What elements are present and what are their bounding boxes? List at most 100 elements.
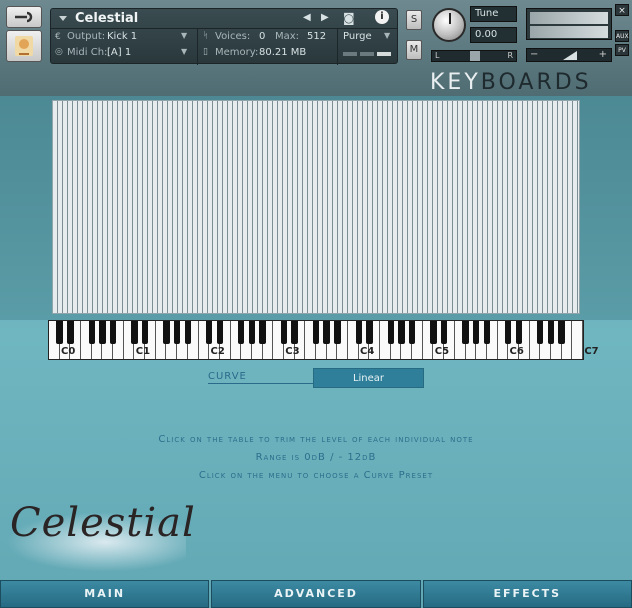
camera-icon[interactable]: ◙ (343, 11, 355, 25)
volume-ramp-icon (563, 51, 577, 60)
black-key[interactable] (334, 321, 341, 344)
black-key[interactable] (173, 321, 181, 344)
divider (337, 29, 338, 65)
wrench-icon[interactable] (6, 6, 42, 28)
black-key[interactable] (248, 321, 256, 344)
max-voices-value[interactable]: 512 (307, 31, 326, 42)
octave-label: C5 (434, 346, 450, 357)
instruction-line-2: Range is 0dB / - 12dB (255, 452, 377, 463)
black-key[interactable] (131, 321, 138, 344)
black-key[interactable] (67, 321, 74, 344)
note-level-table[interactable] (52, 100, 580, 314)
instruction-line-3: Click on the menu to choose a Curve Pres… (198, 470, 434, 481)
black-key[interactable] (355, 321, 362, 344)
max-label: Max: (275, 31, 300, 42)
output-dropdown-icon[interactable]: ▼ (181, 31, 187, 40)
black-key[interactable] (472, 321, 480, 344)
close-icon[interactable]: × (615, 4, 629, 16)
white-key[interactable] (572, 321, 583, 359)
curve-preset-menu[interactable]: Linear (313, 368, 424, 388)
octave-label: C6 (509, 346, 524, 357)
pan-handle[interactable] (470, 51, 480, 61)
bottom-tabs: MAIN ADVANCED EFFECTS (0, 580, 632, 608)
black-key[interactable] (537, 321, 544, 344)
pan-right-label: R (507, 51, 513, 60)
purge-meter (343, 52, 357, 56)
octave-label: C3 (285, 346, 300, 357)
celestial-logo: Celestial (10, 500, 196, 546)
purge-dropdown-icon[interactable]: ▼ (384, 31, 390, 40)
black-key[interactable] (483, 321, 491, 344)
black-key[interactable] (440, 321, 448, 344)
chevron-down-icon[interactable] (59, 16, 67, 21)
black-key[interactable] (238, 321, 245, 344)
brand-part-2: BOARDS (480, 70, 592, 95)
octave-label: C4 (360, 346, 375, 357)
brand-part-1: KEY (430, 70, 481, 95)
tune-knob[interactable] (432, 8, 466, 42)
instrument-thumbnail-icon[interactable] (6, 30, 42, 62)
voices-value: 0 (259, 31, 266, 42)
black-key[interactable] (408, 321, 416, 344)
black-key[interactable] (259, 321, 266, 344)
black-key[interactable] (558, 321, 565, 344)
midi-dropdown-icon[interactable]: ▼ (181, 47, 187, 56)
black-key[interactable] (430, 321, 437, 344)
octave-label: C0 (61, 346, 76, 357)
tab-main[interactable]: MAIN (0, 580, 210, 608)
midi-label: Midi Ch: (67, 47, 108, 58)
divider (197, 29, 198, 65)
black-key[interactable] (88, 321, 95, 344)
instrument-title-row: Celestial ◀ ▶ ◙ i (51, 9, 397, 29)
black-key[interactable] (387, 321, 394, 344)
volume-slider[interactable]: − + (526, 48, 612, 62)
info-icon[interactable]: i (375, 10, 389, 24)
plus-icon: + (598, 49, 607, 60)
black-key[interactable] (366, 321, 373, 344)
black-key[interactable] (547, 321, 555, 344)
black-key[interactable] (515, 321, 523, 344)
purge-meter (377, 52, 391, 56)
black-key[interactable] (216, 321, 224, 344)
midi-channel-value[interactable]: [A] 1 (107, 47, 131, 58)
black-key[interactable] (323, 321, 330, 344)
minus-icon: − (530, 49, 539, 60)
black-key[interactable] (398, 321, 405, 344)
black-key[interactable] (163, 321, 170, 344)
black-key[interactable] (291, 321, 298, 344)
output-value[interactable]: Kick 1 (107, 31, 137, 42)
voices-icon: ᛋ (203, 31, 209, 41)
aux-button[interactable]: AUX (615, 30, 629, 42)
black-key[interactable] (462, 321, 469, 344)
black-key[interactable] (141, 321, 149, 344)
black-key[interactable] (99, 321, 106, 344)
purge-button[interactable]: Purge (343, 31, 372, 42)
black-key[interactable] (184, 321, 192, 344)
pan-slider[interactable]: L R (431, 50, 517, 62)
tab-effects[interactable]: EFFECTS (422, 580, 632, 608)
curve-label: CURVE (208, 371, 247, 382)
tune-value[interactable]: 0.00 (470, 27, 517, 43)
instrument-panel: Celestial ◀ ▶ ◙ i € Output: Kick 1 ▼ ◎ M… (50, 8, 398, 65)
black-key[interactable] (312, 321, 320, 344)
midi-icon: ◎ (55, 47, 63, 57)
piano-keyboard[interactable]: C0 C1 C2 C3 C4 C5 C6 C7 (48, 320, 599, 360)
purge-meter (360, 52, 374, 56)
black-key[interactable] (109, 321, 117, 344)
black-key[interactable] (205, 321, 213, 344)
prev-preset-arrow-icon[interactable]: ◀ (303, 12, 311, 23)
memory-icon: ▯ (203, 47, 208, 57)
tab-advanced[interactable]: ADVANCED (211, 580, 421, 608)
header-bar: Celestial ◀ ▶ ◙ i € Output: Kick 1 ▼ ◎ M… (0, 0, 632, 96)
solo-button[interactable]: S (406, 10, 422, 30)
tune-label: Tune (470, 6, 517, 22)
black-key[interactable] (505, 321, 512, 344)
memory-label: Memory: (215, 47, 259, 58)
black-key[interactable] (56, 321, 63, 344)
mute-button[interactable]: M (406, 40, 422, 60)
black-key[interactable] (280, 321, 288, 344)
next-preset-arrow-icon[interactable]: ▶ (321, 12, 329, 23)
instrument-name: Celestial (75, 11, 139, 26)
octave-label: C7 (584, 346, 599, 357)
pv-button[interactable]: PV (615, 44, 629, 56)
